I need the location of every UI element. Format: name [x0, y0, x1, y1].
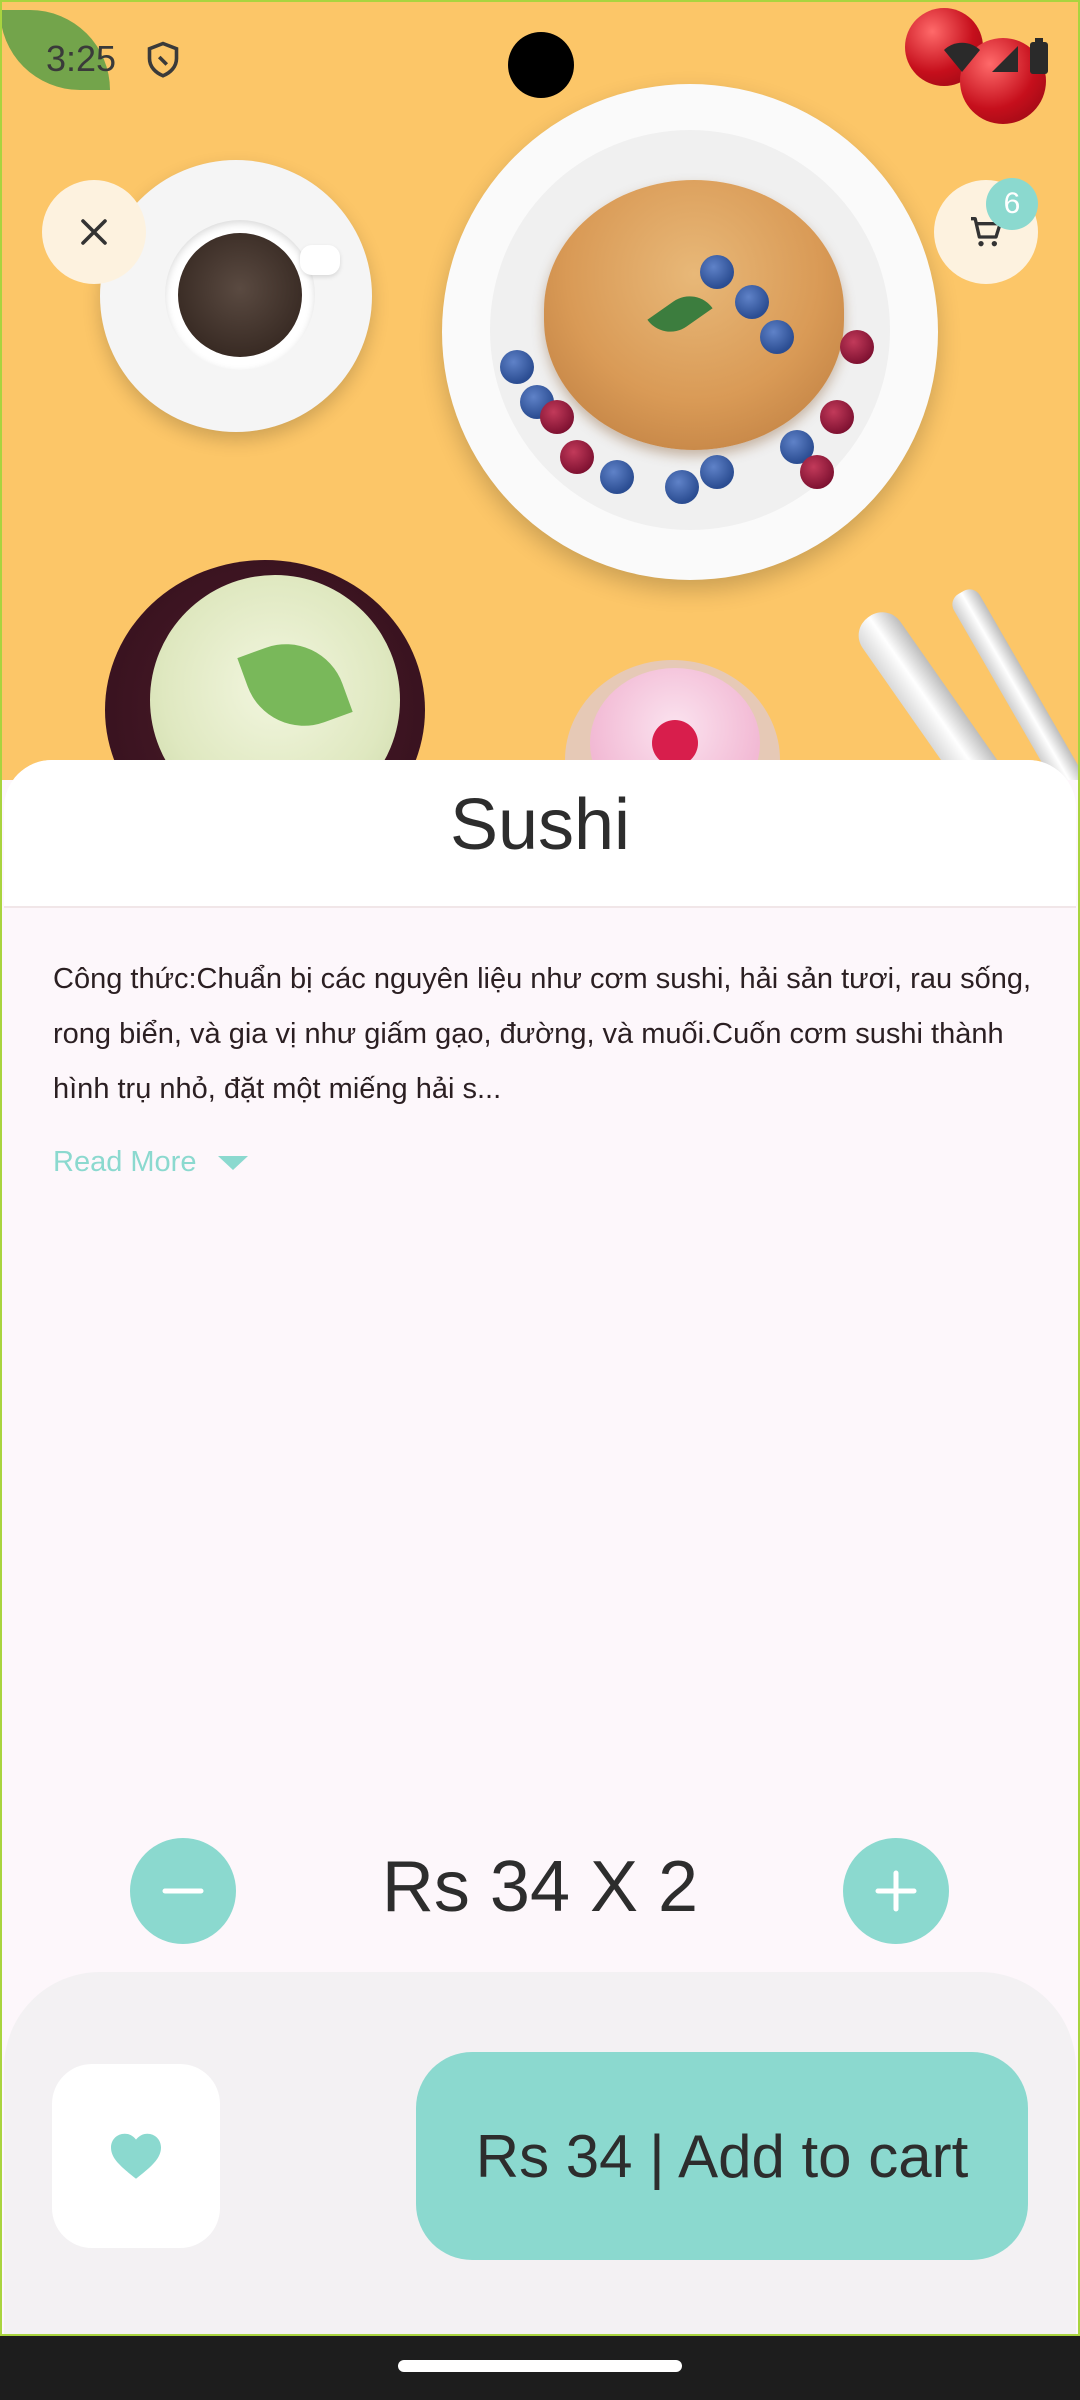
blueberry: [700, 255, 734, 289]
product-description: Công thức:Chuẩn bị các nguyên liệu như c…: [53, 963, 1032, 1105]
raspberry: [560, 440, 594, 474]
blueberry: [735, 285, 769, 319]
blueberry: [760, 320, 794, 354]
close-button[interactable]: [42, 180, 146, 284]
close-icon: [81, 219, 107, 245]
blueberry: [500, 350, 534, 384]
camera-cutout: [508, 32, 574, 98]
cart-count-badge: 6: [986, 178, 1038, 230]
product-title: Sushi: [449, 785, 631, 865]
read-more-link[interactable]: Read More: [53, 1146, 249, 1179]
status-icons: [942, 38, 1050, 76]
favorite-button[interactable]: [52, 2064, 220, 2248]
add-to-cart-button[interactable]: Rs 34 | Add to cart: [416, 2052, 1028, 2260]
blueberry: [665, 470, 699, 504]
signal-icon: [992, 46, 1018, 72]
increase-quantity-button[interactable]: [843, 1838, 949, 1944]
chevron-down-icon: [218, 1155, 249, 1170]
wifi-icon: [944, 42, 980, 72]
plus-icon: [875, 1870, 917, 1912]
heart-icon: [111, 2133, 161, 2179]
blueberry: [600, 460, 634, 494]
status-time: 3:25: [46, 38, 117, 79]
read-more-label: Read More: [53, 1146, 197, 1178]
status-bar: 3:25: [0, 0, 1080, 120]
battery-icon: [1030, 38, 1048, 74]
raspberry: [840, 330, 874, 364]
screen: 3:25 6 Sushi Công thức:Chuẩn bị các nguy…: [0, 0, 1080, 2336]
raspberry: [800, 455, 834, 489]
raspberry: [540, 400, 574, 434]
gesture-nav-handle[interactable]: [398, 2360, 682, 2372]
quantity-row: Rs 34 X 2: [0, 1838, 1080, 1948]
blueberry: [700, 455, 734, 489]
raspberry: [820, 400, 854, 434]
coffee: [178, 233, 302, 357]
shield-icon: [147, 41, 179, 78]
title-bar: Sushi: [4, 760, 1076, 908]
cup-handle: [300, 245, 340, 275]
